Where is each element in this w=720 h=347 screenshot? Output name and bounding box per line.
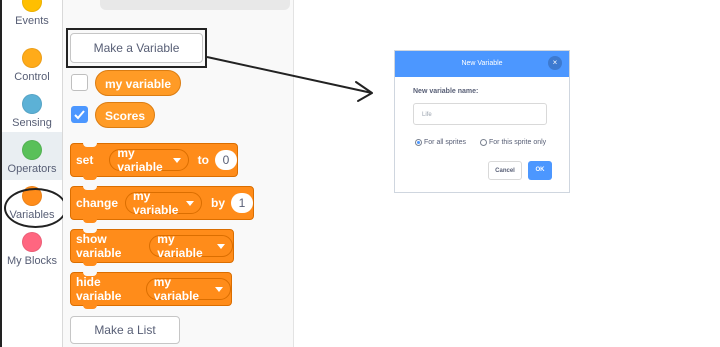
cancel-button[interactable]: Cancel	[488, 161, 522, 180]
close-icon[interactable]: ×	[548, 56, 562, 70]
radio-label: For this sprite only	[489, 139, 547, 146]
ok-button[interactable]: OK	[528, 161, 552, 180]
variable-name-input[interactable]: Life	[413, 103, 547, 125]
radio-selected-icon	[415, 139, 422, 146]
radio-label: For all sprites	[424, 139, 467, 146]
radio-unselected-icon	[480, 139, 487, 146]
radio-for-this-sprite[interactable]: For this sprite only	[480, 139, 546, 146]
new-variable-dialog: New Variable × New variable name: Life F…	[394, 50, 570, 193]
radio-for-all-sprites[interactable]: For all sprites	[415, 139, 466, 146]
variable-name-label: New variable name:	[413, 88, 479, 95]
pointer-arrow	[206, 56, 373, 102]
dialog-title: New Variable	[395, 51, 569, 77]
